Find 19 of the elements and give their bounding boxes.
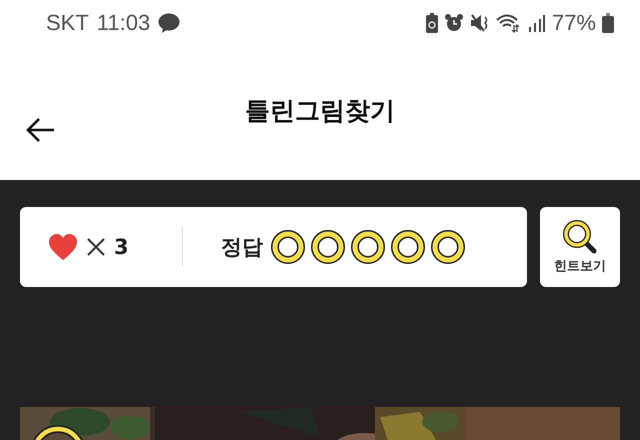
alarm-icon [444, 12, 464, 32]
back-arrow-icon [26, 117, 56, 143]
page-title: 틀린그림찾기 [245, 95, 395, 127]
multiply-icon [86, 237, 106, 257]
heart-icon [48, 234, 78, 260]
magnifier-icon [563, 220, 597, 254]
battery-icon [602, 12, 614, 32]
signal-icon [528, 12, 546, 32]
carrier-text: SKT [46, 10, 89, 36]
mute-icon [470, 12, 490, 32]
clock-text: 11:03 [96, 10, 150, 36]
hint-button[interactable]: 힌트보기 [540, 207, 620, 287]
lives-count: 3 [114, 235, 129, 259]
answer-label: 정답 [221, 234, 263, 261]
battery-saver-icon [426, 12, 438, 32]
battery-percent-text: 77% [552, 10, 596, 36]
wifi-icon [496, 12, 522, 32]
back-button[interactable] [26, 117, 56, 143]
chat-bubble-icon [158, 12, 180, 32]
